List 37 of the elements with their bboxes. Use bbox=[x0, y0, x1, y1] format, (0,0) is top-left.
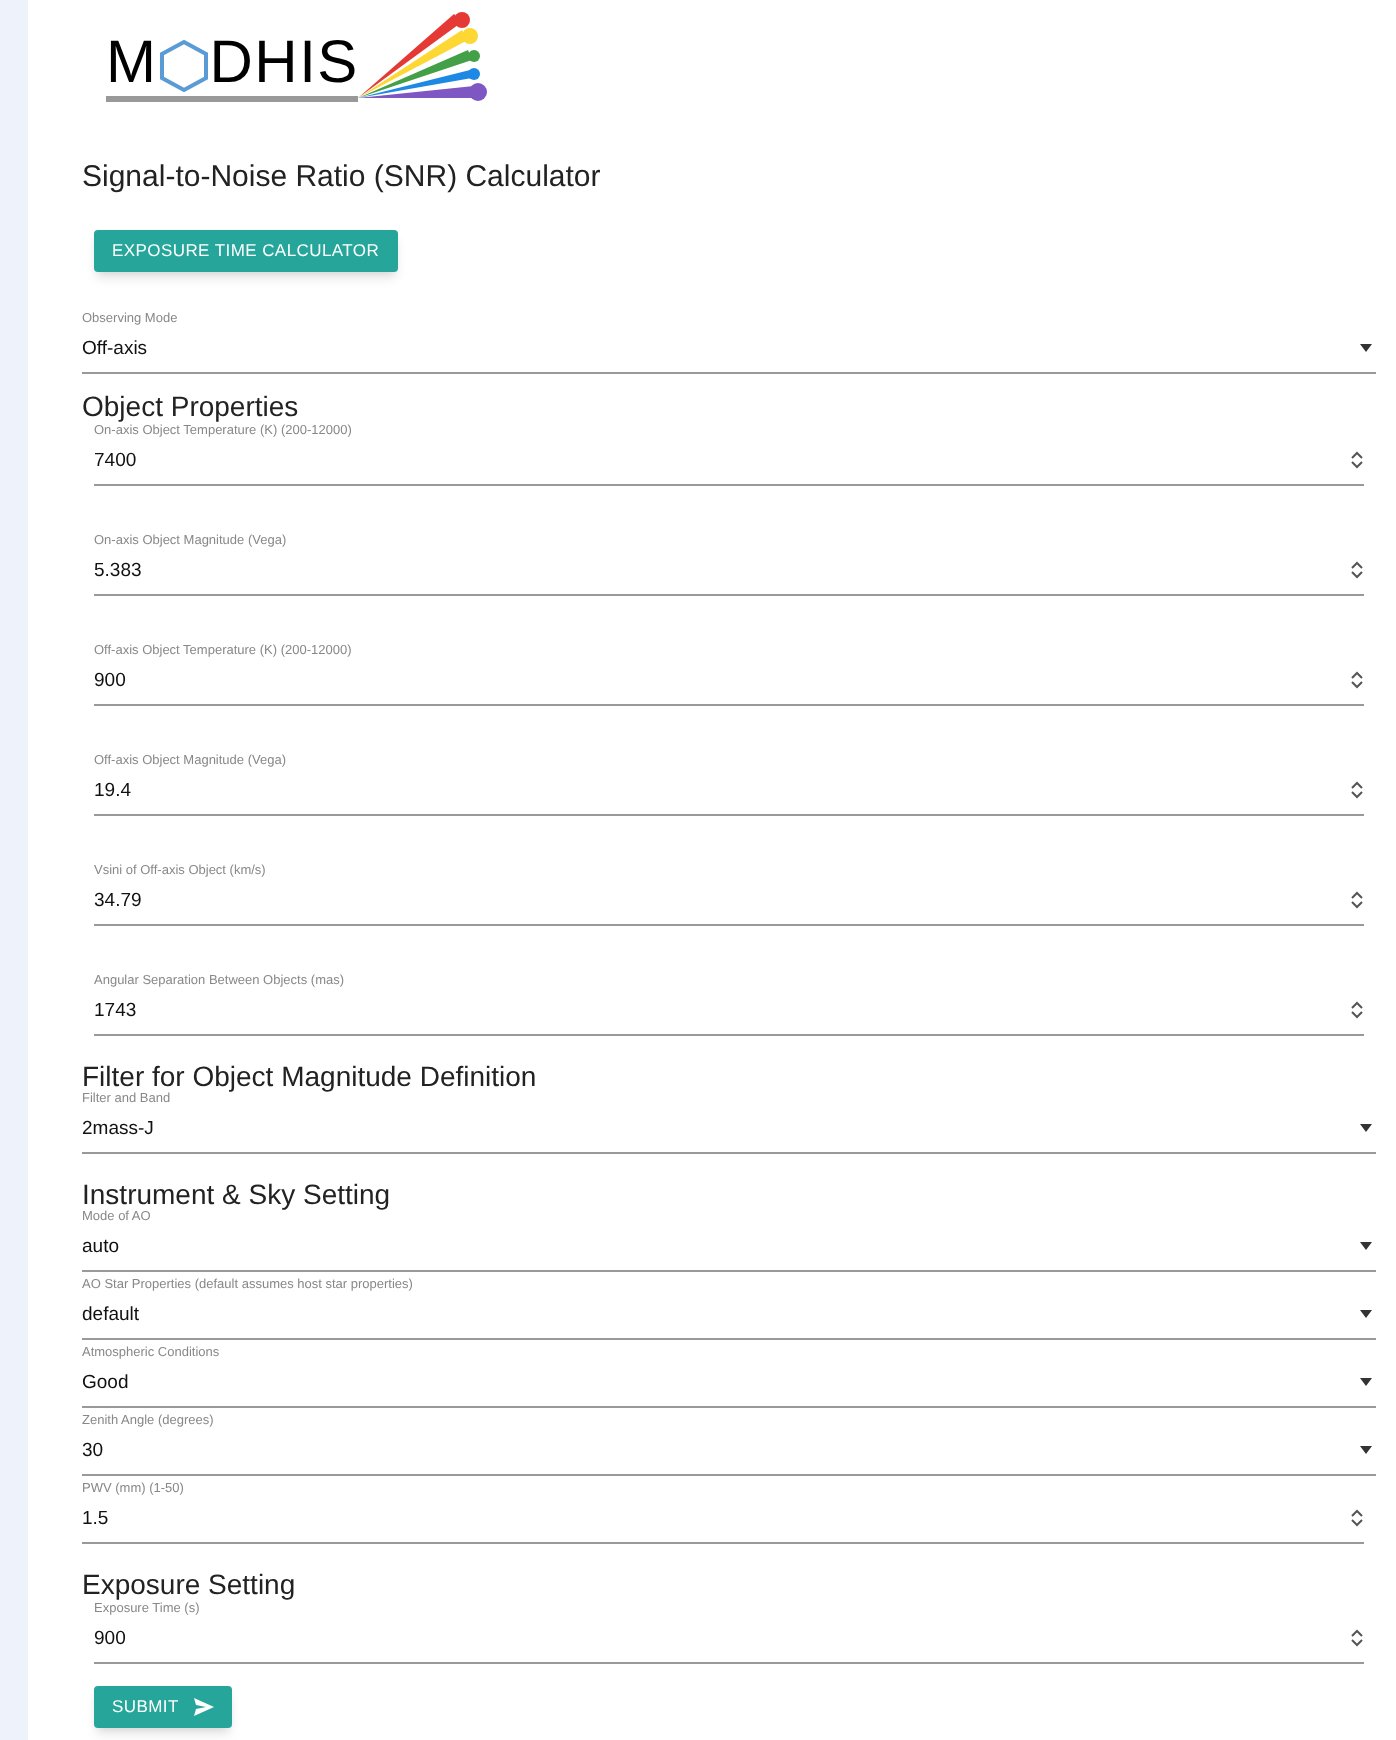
spinner-arrows-icon[interactable] bbox=[1350, 1000, 1364, 1021]
hexagon-icon bbox=[157, 34, 210, 102]
logo-text: DHIS bbox=[209, 34, 359, 102]
send-icon bbox=[194, 1697, 215, 1716]
field-value: Off-axis bbox=[82, 337, 148, 360]
field-value: 1.5 bbox=[82, 1507, 109, 1530]
page-title: Signal-to-Noise Ratio (SNR) Calculator bbox=[82, 158, 603, 198]
logo-text: M bbox=[106, 34, 158, 102]
section-heading: Object Properties bbox=[82, 389, 301, 422]
dropdown-arrow-icon bbox=[1360, 1446, 1372, 1455]
field-value: 1743 bbox=[94, 999, 137, 1022]
field-value: Good bbox=[82, 1371, 129, 1394]
field-value: auto bbox=[82, 1235, 119, 1258]
dropdown-arrow-icon bbox=[1360, 1124, 1372, 1133]
spinner-arrows-icon[interactable] bbox=[1350, 890, 1364, 911]
section-heading: Instrument & Sky Setting bbox=[82, 1177, 393, 1210]
spinner-arrows-icon[interactable] bbox=[1350, 560, 1364, 581]
field-value: 30 bbox=[82, 1439, 104, 1462]
field-value: default bbox=[82, 1303, 140, 1326]
spinner-arrows-icon[interactable] bbox=[1350, 1508, 1364, 1529]
section-heading: Filter for Object Magnitude Definition bbox=[82, 1059, 539, 1092]
dropdown-arrow-icon bbox=[1360, 344, 1372, 353]
dropdown-arrow-icon bbox=[1360, 1242, 1372, 1251]
spinner-arrows-icon[interactable] bbox=[1350, 780, 1364, 801]
field-value: 34.79 bbox=[94, 889, 142, 912]
field-value: 2mass-J bbox=[82, 1117, 154, 1140]
field-value: 19.4 bbox=[94, 779, 131, 802]
dropdown-arrow-icon bbox=[1360, 1310, 1372, 1319]
field-value: 900 bbox=[94, 669, 126, 692]
field-value: 900 bbox=[94, 1627, 126, 1650]
spinner-arrows-icon[interactable] bbox=[1350, 450, 1364, 471]
spinner-arrows-icon[interactable] bbox=[1350, 670, 1364, 691]
field-value: 7400 bbox=[94, 449, 137, 472]
spinner-arrows-icon[interactable] bbox=[1350, 1628, 1364, 1649]
section-heading: Exposure Setting bbox=[82, 1567, 298, 1600]
dropdown-arrow-icon bbox=[1360, 1378, 1372, 1387]
field-value: 5.383 bbox=[94, 559, 142, 582]
